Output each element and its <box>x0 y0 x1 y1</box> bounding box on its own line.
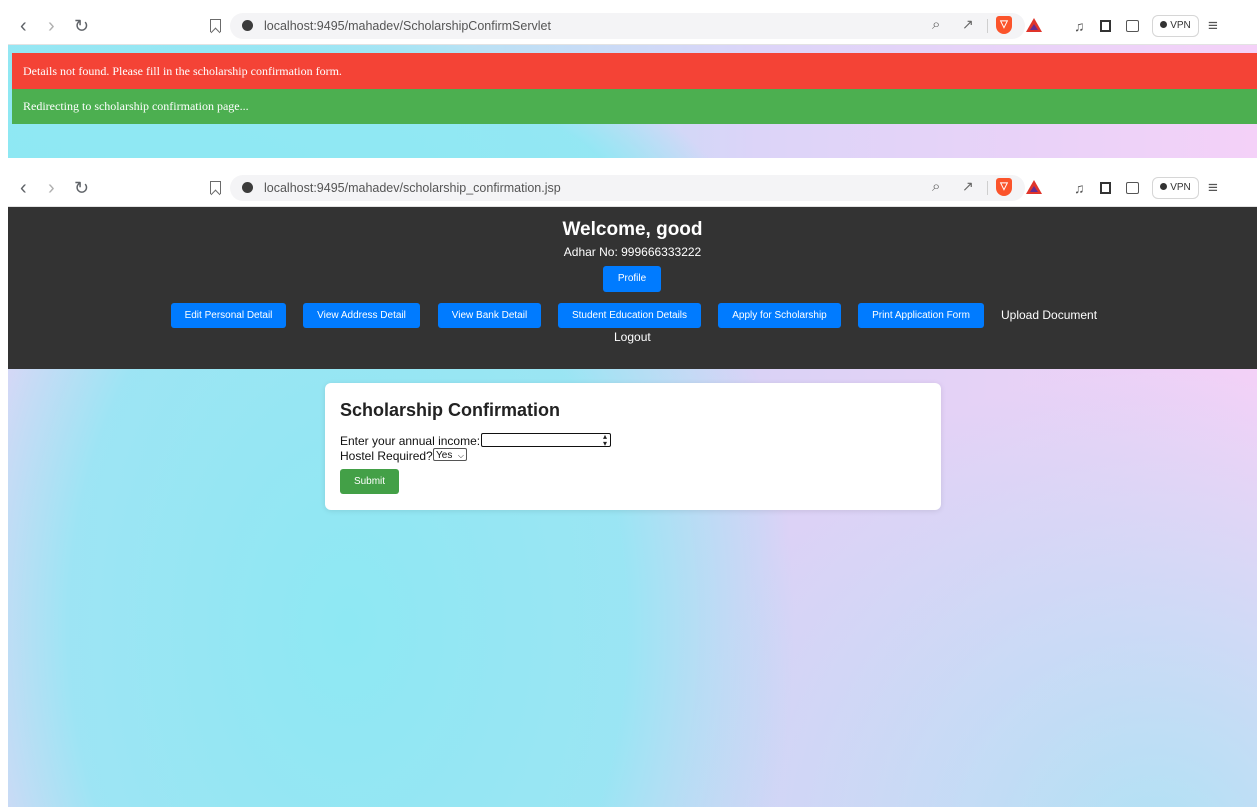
error-alert: Details not found. Please fill in the sc… <box>12 53 1257 89</box>
vpn-button[interactable]: VPN <box>1152 15 1199 37</box>
vpn-button[interactable]: VPN <box>1152 177 1199 199</box>
scholarship-confirmation-card: Scholarship Confirmation Enter your annu… <box>325 383 941 510</box>
reload-icon[interactable]: ↻ <box>74 8 89 44</box>
media-icon[interactable]: ♫ <box>1074 8 1085 44</box>
zoom-icon[interactable]: ⌕ <box>932 178 940 195</box>
url-text[interactable]: localhost:9495/mahadev/scholarship_confi… <box>264 175 561 201</box>
adhar-number: Adhar No: 999666333222 <box>563 245 702 259</box>
browser-toolbar: ‹ › ↻ localhost:9495/mahadev/scholarship… <box>8 170 1257 207</box>
apply-for-scholarship-button[interactable]: Apply for Scholarship <box>718 303 841 328</box>
share-icon[interactable]: ↗ <box>962 16 974 33</box>
browser-window-servlet: ‹ › ↻ localhost:9495/mahadev/Scholarship… <box>8 8 1257 158</box>
url-text[interactable]: localhost:9495/mahadev/ScholarshipConfir… <box>264 13 551 39</box>
site-info-icon[interactable] <box>242 182 253 193</box>
zoom-icon[interactable]: ⌕ <box>932 16 940 33</box>
vpn-label: VPN <box>1170 182 1191 193</box>
vpn-icon <box>1160 183 1168 190</box>
vpn-label: VPN <box>1170 20 1191 31</box>
share-icon[interactable]: ↗ <box>962 178 974 195</box>
chevron-down-icon: ⌵ <box>457 451 464 460</box>
forward-icon[interactable]: › <box>48 170 55 206</box>
toolbar-divider <box>987 181 988 195</box>
annual-income-input[interactable]: ▴ ▾ <box>481 433 611 448</box>
back-icon[interactable]: ‹ <box>20 8 27 44</box>
print-application-form-button[interactable]: Print Application Form <box>858 303 984 328</box>
browser-window-confirmation: ‹ › ↻ localhost:9495/mahadev/scholarship… <box>8 170 1257 807</box>
view-address-detail-button[interactable]: View Address Detail <box>303 303 420 328</box>
media-icon[interactable]: ♫ <box>1074 170 1085 206</box>
browser-toolbar: ‹ › ↻ localhost:9495/mahadev/Scholarship… <box>8 8 1257 45</box>
bookmark-icon[interactable] <box>210 181 221 194</box>
form-title: Scholarship Confirmation <box>340 400 561 420</box>
reload-icon[interactable]: ↻ <box>74 170 89 206</box>
submit-button[interactable]: Submit <box>340 469 399 494</box>
wallet-icon[interactable] <box>1126 182 1139 194</box>
upload-document-link[interactable]: Upload Document <box>1001 308 1097 322</box>
back-icon[interactable]: ‹ <box>20 170 27 206</box>
forward-icon[interactable]: › <box>48 8 55 44</box>
edit-personal-detail-button[interactable]: Edit Personal Detail <box>171 303 286 328</box>
address-bar[interactable]: localhost:9495/mahadev/scholarship_confi… <box>230 175 1042 201</box>
profile-button[interactable]: Profile <box>603 266 661 292</box>
logout-link[interactable]: Logout <box>614 330 651 344</box>
brave-shields-icon[interactable]: ▽ <box>996 16 1012 34</box>
success-alert: Redirecting to scholarship confirmation … <box>12 89 1257 124</box>
vpn-icon <box>1160 21 1168 28</box>
wallet-icon[interactable] <box>1126 20 1139 32</box>
annual-income-label: Enter your annual income: <box>340 434 481 448</box>
address-bar[interactable]: localhost:9495/mahadev/ScholarshipConfir… <box>230 13 1042 39</box>
sidebar-icon[interactable] <box>1100 182 1111 194</box>
student-education-details-button[interactable]: Student Education Details <box>558 303 701 328</box>
toolbar-divider <box>987 19 988 33</box>
menu-icon[interactable]: ≡ <box>1208 170 1218 206</box>
brave-shields-icon[interactable]: ▽ <box>996 178 1012 196</box>
hostel-required-select[interactable]: Yes ⌵ <box>433 448 467 461</box>
site-info-icon[interactable] <box>242 20 253 31</box>
site-header: Welcome, good Adhar No: 999666333222 Pro… <box>8 207 1257 369</box>
hostel-selected-value: Yes <box>436 450 453 461</box>
hostel-required-label: Hostel Required? <box>340 449 433 463</box>
spinner-arrows-icon[interactable]: ▴ ▾ <box>603 433 607 448</box>
bookmark-icon[interactable] <box>210 19 221 32</box>
view-bank-detail-button[interactable]: View Bank Detail <box>438 303 541 328</box>
brave-rewards-icon[interactable] <box>1026 180 1042 194</box>
sidebar-icon[interactable] <box>1100 20 1111 32</box>
brave-rewards-icon[interactable] <box>1026 18 1042 32</box>
welcome-heading: Welcome, good <box>562 219 703 240</box>
menu-icon[interactable]: ≡ <box>1208 8 1218 44</box>
